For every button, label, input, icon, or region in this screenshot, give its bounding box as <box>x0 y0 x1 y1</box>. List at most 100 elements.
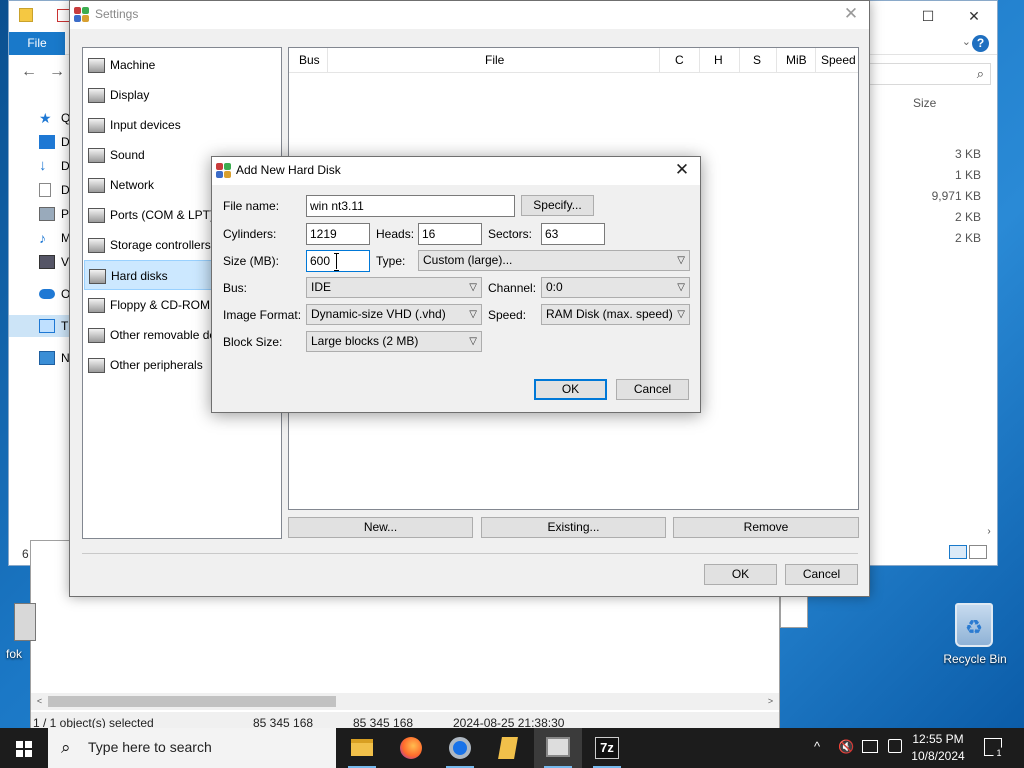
settings-title: Settings <box>95 7 139 21</box>
column-speed[interactable]: Speed <box>821 53 856 67</box>
view-toggle <box>947 545 991 563</box>
tree-item[interactable]: Net <box>9 347 80 369</box>
help-icon[interactable]: ? <box>972 35 989 52</box>
file-size: 2 KB <box>954 231 981 245</box>
column-bus[interactable]: Bus <box>299 53 320 67</box>
dialog-title: Add New Hard Disk <box>236 163 341 177</box>
search-icon[interactable]: ⌕ <box>863 63 991 85</box>
settings-titlebar: Settings ✕ <box>70 1 869 29</box>
scroll-right-icon[interactable]: › <box>981 526 997 542</box>
scroll-left-icon[interactable]: < <box>31 693 48 710</box>
column-mib[interactable]: MiB <box>786 53 807 67</box>
close-icon[interactable]: ✕ <box>951 1 997 32</box>
file-name-field[interactable]: win nt3.11 <box>306 195 515 217</box>
tree-item[interactable]: ↓ D <box>9 155 77 177</box>
column-file[interactable]: File <box>485 53 504 67</box>
sectors-field[interactable]: 63 <box>541 223 605 245</box>
category-machine[interactable]: Machine <box>84 50 281 80</box>
type-select[interactable]: Custom (large)... ▽ <box>418 250 690 271</box>
search-icon: ⌕ <box>61 738 71 757</box>
desktop-icon <box>39 135 55 149</box>
tree-item[interactable]: Pi <box>9 203 77 225</box>
ports-icon <box>88 208 105 223</box>
existing-disk-button[interactable]: Existing... <box>481 517 666 538</box>
tree-item[interactable]: D <box>9 131 77 153</box>
chevron-up-icon[interactable]: ^ <box>814 739 820 768</box>
taskbar: ⌕ Type here to search 7z ^ 🔇 12:55 PM 10… <box>0 728 1024 768</box>
display-icon <box>88 88 105 103</box>
image-format-select[interactable]: Dynamic-size VHD (.vhd) ▽ <box>306 304 482 325</box>
start-button[interactable] <box>0 728 48 768</box>
tree-item[interactable]: D <box>9 179 77 201</box>
file-explorer-icon[interactable] <box>338 728 386 768</box>
86box-icon <box>216 163 232 179</box>
heads-field[interactable]: 16 <box>418 223 482 245</box>
floppy-cdrom-icon <box>88 298 105 313</box>
taskbar-search[interactable]: ⌕ Type here to search <box>48 728 336 768</box>
86box-icon[interactable] <box>534 728 582 768</box>
chevron-down-icon: ▽ <box>677 282 685 293</box>
bus-select[interactable]: IDE ▽ <box>306 277 482 298</box>
settings-cancel-button[interactable]: Cancel <box>785 564 858 585</box>
chevron-down-icon: ▽ <box>469 309 477 320</box>
table-header: Bus File C H S MiB Speed <box>289 48 858 73</box>
recycle-bin-icon[interactable] <box>955 603 993 647</box>
tree-item[interactable]: ★Qu <box>9 107 77 129</box>
file-size: 3 KB <box>954 147 981 161</box>
back-arrow-icon[interactable]: ← <box>21 63 37 81</box>
dialog-ok-button[interactable]: OK <box>534 379 607 400</box>
notification-icon[interactable]: 1 <box>984 738 1005 759</box>
specify-button[interactable]: Specify... <box>521 195 594 216</box>
app-icon <box>14 603 36 641</box>
channel-label: Channel: <box>488 281 537 295</box>
7zip-icon[interactable]: 7z <box>583 728 631 768</box>
file-size: 2 KB <box>954 210 981 224</box>
chevron-down-icon[interactable]: ⌄ <box>962 35 971 48</box>
settings-ok-button[interactable]: OK <box>704 564 777 585</box>
ribbon-file-tab[interactable]: File <box>9 32 65 55</box>
category-display[interactable]: Display <box>84 80 281 110</box>
notification-count: 1 <box>993 747 1005 759</box>
tree-item[interactable]: ♪ M <box>9 227 77 249</box>
tree-item-this-pc[interactable]: Thi <box>9 315 78 337</box>
tree-item[interactable]: On <box>9 283 77 305</box>
network-wired-icon[interactable] <box>862 740 878 753</box>
speed-select[interactable]: RAM Disk (max. speed) ▽ <box>541 304 690 325</box>
forward-arrow-icon[interactable]: → <box>49 63 65 81</box>
remove-disk-button[interactable]: Remove <box>673 517 859 538</box>
details-view-icon[interactable] <box>949 545 967 559</box>
scroll-thumb[interactable] <box>48 696 336 707</box>
column-header-size[interactable]: Size <box>913 96 936 110</box>
large-icons-view-icon[interactable] <box>969 545 987 559</box>
taskbar-clock[interactable]: 12:55 PM 10/8/2024 <box>904 731 972 765</box>
scroll-right-icon[interactable]: > <box>762 693 779 710</box>
chevron-down-icon: ▽ <box>469 336 477 347</box>
column-c[interactable]: C <box>675 53 684 67</box>
close-icon[interactable]: ✕ <box>841 4 861 24</box>
block-size-select[interactable]: Large blocks (2 MB) ▽ <box>306 331 482 352</box>
maximize-icon[interactable]: ☐ <box>905 1 951 32</box>
network-icon <box>88 178 105 193</box>
add-hard-disk-dialog: Add New Hard Disk ✕ File name: win nt3.1… <box>211 156 701 413</box>
cylinders-field[interactable]: 1219 <box>306 223 370 245</box>
close-icon[interactable]: ✕ <box>672 160 692 180</box>
volume-muted-icon[interactable]: 🔇 <box>838 739 854 768</box>
channel-select[interactable]: 0:0 ▽ <box>541 277 690 298</box>
desktop-icon-partial[interactable]: fok <box>6 603 36 661</box>
chrome-icon[interactable] <box>436 728 484 768</box>
dialog-cancel-button[interactable]: Cancel <box>616 379 689 400</box>
column-s[interactable]: S <box>753 53 761 67</box>
new-disk-button[interactable]: New... <box>288 517 473 538</box>
firefox-icon[interactable] <box>387 728 435 768</box>
column-h[interactable]: H <box>714 53 723 67</box>
category-input-devices[interactable]: Input devices <box>84 110 281 140</box>
text-cursor-icon <box>334 253 340 271</box>
keyboard-icon[interactable] <box>888 739 902 753</box>
onedrive-folder-icon[interactable] <box>485 728 533 768</box>
tree-item[interactable]: Vi <box>9 251 77 273</box>
recycle-bin-label[interactable]: Recycle Bin <box>938 652 1012 666</box>
size-field[interactable]: 600 <box>306 250 370 272</box>
image-format-label: Image Format: <box>223 308 302 322</box>
horizontal-scrollbar[interactable]: < > <box>31 693 779 710</box>
type-label: Type: <box>376 254 406 268</box>
